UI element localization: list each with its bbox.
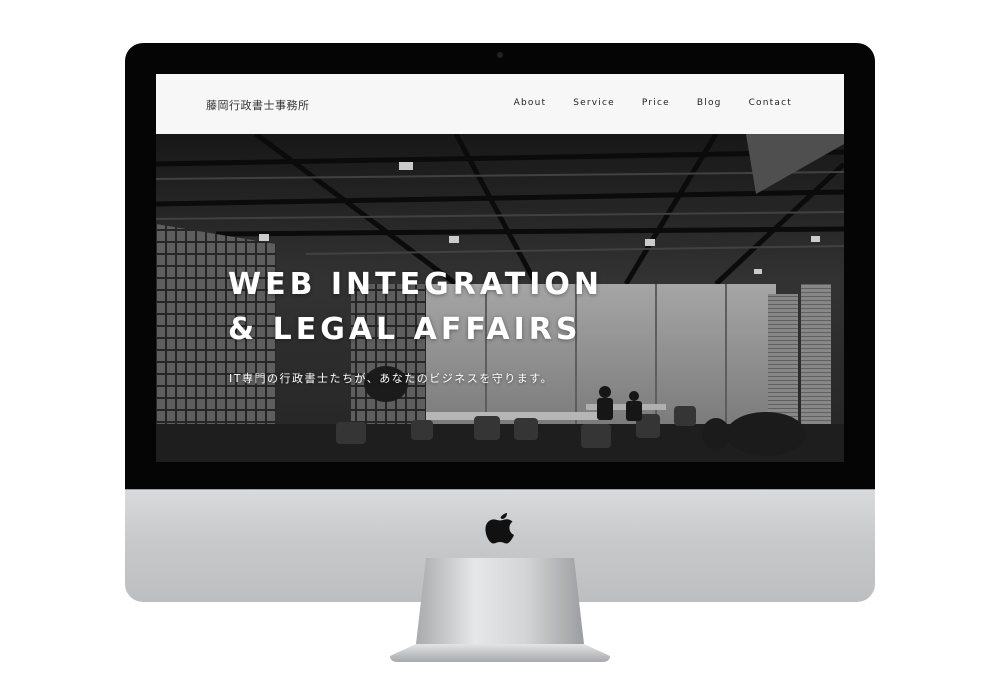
nav-about[interactable]: About — [514, 98, 547, 108]
apple-logo-icon — [485, 513, 514, 544]
hero-title: WEB INTEGRATION & LEGAL AFFAIRS — [228, 262, 603, 352]
site-logo[interactable]: 藤岡行政書士事務所 — [206, 97, 310, 113]
nav-contact[interactable]: Contact — [749, 98, 792, 108]
site-header: 藤岡行政書士事務所 About Service Price Blog Conta… — [156, 74, 844, 134]
hero-title-line-1: WEB INTEGRATION — [228, 267, 603, 302]
nav-blog[interactable]: Blog — [697, 98, 722, 108]
nav-service[interactable]: Service — [573, 98, 615, 108]
main-nav: About Service Price Blog Contact — [514, 98, 792, 108]
hero-section: WEB INTEGRATION & LEGAL AFFAIRS IT専門の行政書… — [156, 134, 844, 462]
website-screen: 藤岡行政書士事務所 About Service Price Blog Conta… — [156, 74, 844, 462]
hero-title-line-2: & LEGAL AFFAIRS — [228, 312, 582, 347]
nav-price[interactable]: Price — [642, 98, 670, 108]
monitor-stand — [390, 558, 610, 662]
camera-icon — [497, 52, 503, 58]
hero-subtitle: IT専門の行政書士たちが、あなたのビジネスを守ります。 — [229, 372, 554, 385]
